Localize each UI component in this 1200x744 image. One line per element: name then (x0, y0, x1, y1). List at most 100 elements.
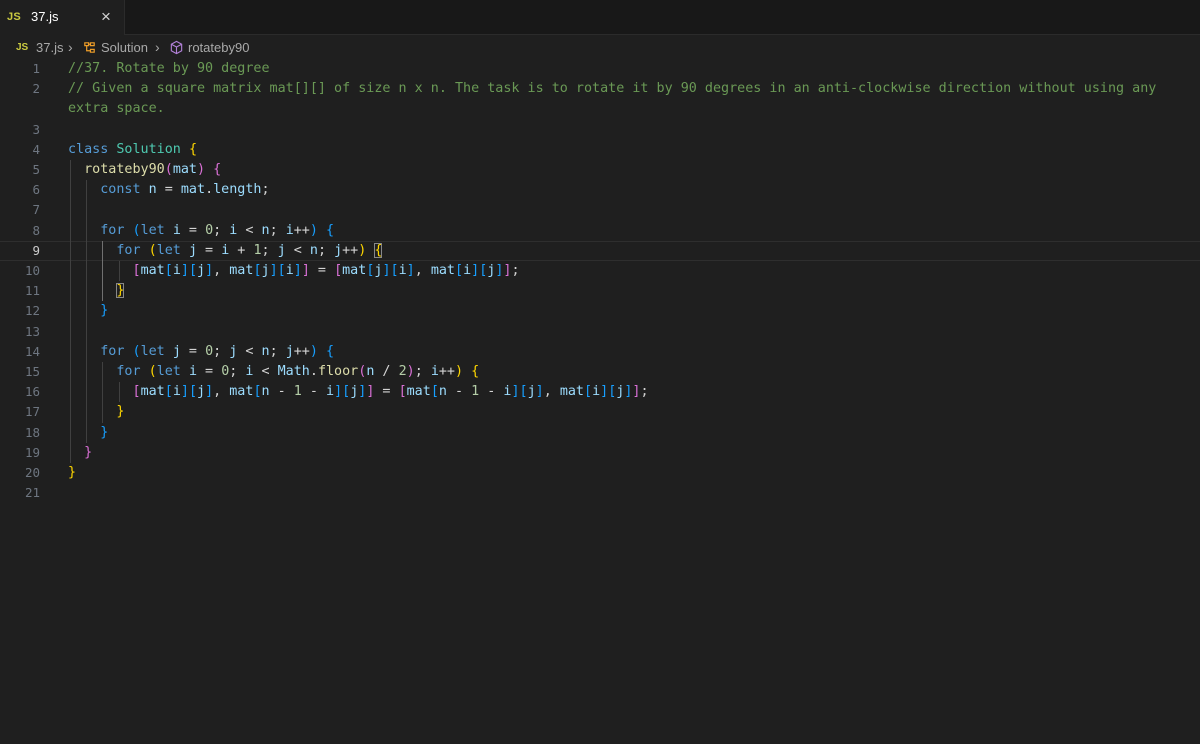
code-line[interactable]: 7 (0, 200, 1200, 220)
code-token: 0 (205, 222, 214, 238)
chevron-right-icon: › (68, 39, 73, 55)
code-token: mat (406, 384, 431, 400)
code-line[interactable]: 4 class Solution { (0, 140, 1200, 160)
code-token: i (285, 263, 294, 278)
code-token: for (100, 222, 133, 238)
code-token: [ (132, 384, 141, 400)
code-token: ++ (342, 242, 359, 258)
code-line[interactable]: 17 } (0, 402, 1200, 422)
code-token: - (301, 384, 326, 400)
code-token: , (213, 384, 230, 400)
code-token: = (180, 343, 206, 359)
code-token: [ (398, 384, 407, 400)
code-line[interactable]: 20} (0, 463, 1200, 483)
code-line[interactable]: 15 for (let i = 0; i < Math.floor(n / 2)… (0, 362, 1200, 382)
code-token: ] (205, 384, 214, 400)
code-token: j (261, 263, 270, 278)
code-line[interactable]: 3 (0, 120, 1200, 140)
code-token: = (197, 242, 222, 258)
code-token: [ (164, 384, 173, 400)
method-icon (170, 40, 183, 55)
code-line[interactable]: 13 (0, 322, 1200, 342)
code-token: ( (164, 162, 173, 177)
code-line[interactable]: 18 } (0, 423, 1200, 443)
code-token: [ (334, 263, 343, 278)
line-number: 13 (24, 323, 40, 339)
code-token: ; (414, 364, 431, 379)
code-line[interactable]: 16 [mat[i][j], mat[n - 1 - i][j]] = [mat… (0, 382, 1200, 402)
code-line[interactable]: extra space. (0, 99, 1200, 119)
breadcrumb-method[interactable]: rotateby90 (188, 40, 249, 55)
code-line[interactable]: 21 (0, 483, 1200, 503)
tab-37-js[interactable]: JS 37.js × (0, 0, 125, 35)
code-token: j (285, 343, 294, 359)
code-line[interactable]: 11 } (0, 281, 1200, 301)
code-token: let (156, 242, 189, 258)
code-token: n (261, 222, 270, 238)
line-number: 5 (32, 162, 40, 177)
code-line[interactable]: 2 // Given a square matrix mat[][] of siz… (0, 79, 1200, 99)
code-token: // Given a square matrix mat[][] of size… (68, 81, 1157, 97)
code-token: ++ (438, 364, 455, 379)
code-line[interactable]: 9 for (let j = i + 1; j < n; j++) { (0, 241, 1200, 261)
code-token: 1 (293, 384, 302, 400)
code-token: const (100, 182, 149, 198)
code-line[interactable]: 10 [mat[i][j], mat[j][i]] = [mat[j][i], … (0, 261, 1200, 281)
code-token: ) (455, 364, 464, 379)
code-token: ] (334, 384, 343, 400)
breadcrumb-file[interactable]: 37.js (36, 40, 63, 55)
code-token: [ (519, 384, 528, 400)
chevron-right-icon: › (155, 39, 160, 55)
code-token: ; (640, 384, 649, 400)
code-editor[interactable]: 1 //37. Rotate by 90 degree 2 // Given a sq… (0, 59, 1200, 744)
code-token: j (197, 384, 206, 400)
code-token: mat (172, 162, 197, 177)
code-token: i (398, 263, 407, 278)
code-line[interactable]: 1 //37. Rotate by 90 degree (0, 59, 1200, 79)
code-token: [ (584, 384, 593, 400)
code-line[interactable]: 6 const n = mat.length; (0, 180, 1200, 200)
code-token: + (229, 242, 254, 258)
code-token: ] (180, 263, 189, 278)
code-line[interactable]: 14 for (let j = 0; j < n; j++) { (0, 342, 1200, 362)
indent-guide (102, 240, 104, 302)
code-token: ; (213, 343, 230, 359)
code-token: ) (309, 343, 318, 359)
code-token: mat (430, 263, 455, 278)
code-token: ) (406, 364, 415, 379)
breadcrumb-class[interactable]: Solution (101, 40, 148, 55)
code-token: mat (229, 384, 254, 400)
line-number: 15 (24, 364, 40, 379)
code-token: j (197, 263, 206, 278)
code-token: } (100, 303, 109, 319)
code-token: ; (261, 182, 270, 198)
code-token: 0 (205, 343, 214, 359)
code-token: i (463, 263, 472, 278)
line-number: 8 (32, 222, 40, 238)
code-text: } (68, 281, 125, 301)
code-token: ( (132, 222, 141, 238)
code-line[interactable]: 12 } (0, 301, 1200, 321)
code-token: = (309, 263, 335, 278)
code-token: { (188, 141, 197, 157)
code-line[interactable]: 19 } (0, 443, 1200, 463)
code-token: ] (471, 263, 480, 278)
code-token: floor (317, 364, 359, 379)
code-token: { (326, 343, 335, 359)
code-line[interactable]: 8 for (let i = 0; i < n; i++) { (0, 221, 1200, 241)
code-token: j (277, 242, 286, 258)
code-token: [ (277, 263, 286, 278)
close-icon[interactable]: × (97, 7, 115, 27)
code-token: ( (148, 364, 157, 379)
code-text: } (68, 443, 92, 463)
code-token: [ (253, 263, 262, 278)
code-line[interactable]: 5 rotateby90(mat) { (0, 160, 1200, 180)
line-number: 21 (24, 485, 40, 501)
code-token: { (471, 364, 480, 379)
